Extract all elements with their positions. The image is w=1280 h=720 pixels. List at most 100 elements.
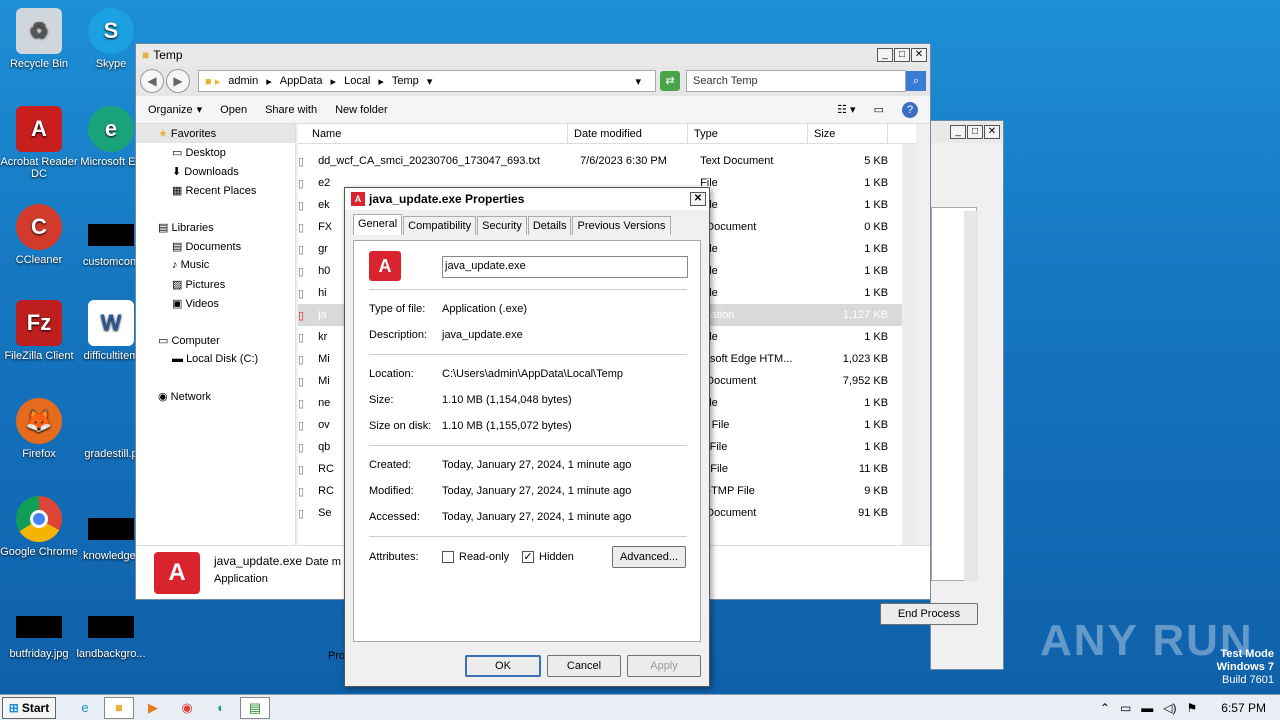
nav-music[interactable]: ♪ Music xyxy=(136,256,295,275)
scrollbar[interactable] xyxy=(902,144,916,545)
new-folder-button[interactable]: New folder xyxy=(335,104,388,116)
start-button[interactable]: ⊞ Start xyxy=(2,696,56,719)
preview-pane-icon[interactable]: ▭ xyxy=(874,103,884,116)
search-input[interactable]: Search Temp xyxy=(686,70,906,92)
redacted-file-icon xyxy=(88,616,134,638)
cell-type: P File xyxy=(700,463,728,475)
cancel-button[interactable]: Cancel xyxy=(547,655,621,677)
cell-size: 1 KB xyxy=(864,441,889,453)
advanced-button[interactable]: Advanced... xyxy=(612,546,686,568)
hidden-label: Hidden xyxy=(539,551,574,563)
tab-security[interactable]: Security xyxy=(477,216,527,235)
share-with-button[interactable]: Share with xyxy=(265,104,317,116)
tab-compatibility[interactable]: Compatibility xyxy=(403,216,477,235)
ok-button[interactable]: OK xyxy=(465,655,541,677)
media-player-icon[interactable]: ▶ xyxy=(138,697,168,719)
ccleaner-icon: C xyxy=(16,204,62,250)
breadcrumb-local[interactable]: Local xyxy=(344,75,370,87)
readonly-label: Read-only xyxy=(459,551,510,563)
desktop-icon-recycle-bin[interactable]: ♻ Recycle Bin xyxy=(0,8,78,70)
nav-computer[interactable]: ▭ Computer xyxy=(136,331,295,350)
network-tray-icon[interactable]: ▭ xyxy=(1120,701,1131,715)
minimize-icon[interactable]: _ xyxy=(950,125,966,139)
back-icon[interactable]: ◀ xyxy=(140,69,164,93)
volume-icon[interactable]: ◁) xyxy=(1163,701,1176,715)
readonly-checkbox[interactable] xyxy=(442,551,454,563)
desktop-icon-landbackground[interactable]: landbackgro... xyxy=(72,604,150,660)
navigation-pane[interactable]: ★ Favorites ▭ Desktop ⬇ Downloads ▦ Rece… xyxy=(136,124,296,545)
nav-pictures[interactable]: ▨ Pictures xyxy=(136,275,295,294)
maximize-icon[interactable]: □ xyxy=(894,48,910,62)
cell-size: 1 KB xyxy=(864,419,889,431)
column-size[interactable]: Size xyxy=(808,124,888,143)
desktop-icon-label: Acrobat Reader DC xyxy=(0,156,78,180)
nav-local-disk[interactable]: ▬ Local Disk (C:) xyxy=(136,350,295,369)
desktop-icon-label: Recycle Bin xyxy=(9,58,69,70)
nav-libraries[interactable]: ▤ Libraries xyxy=(136,218,295,237)
desktop-icon-chrome[interactable]: Google Chrome xyxy=(0,496,78,558)
tab-previous-versions[interactable]: Previous Versions xyxy=(572,216,671,235)
desktop-icon-butfriday[interactable]: butfriday.jpg xyxy=(0,604,78,660)
nav-videos[interactable]: ▣ Videos xyxy=(136,294,295,313)
column-name[interactable]: Name xyxy=(298,124,568,143)
address-bar[interactable]: ■ ▸ admin ▸ AppData ▸ Local ▸ Temp ▾ ▾ xyxy=(198,70,656,92)
app-icon: A xyxy=(369,251,401,281)
open-button[interactable]: Open xyxy=(220,104,247,116)
disk-icon: ▬ xyxy=(172,353,187,365)
desktop-icon-filezilla[interactable]: Fz FileZilla Client xyxy=(0,300,78,362)
nav-favorites[interactable]: ★ Favorites xyxy=(136,124,295,143)
properties-dialog[interactable]: A java_update.exe Properties ✕ General C… xyxy=(344,187,710,687)
help-icon[interactable]: ? xyxy=(902,101,918,118)
nav-recent-places[interactable]: ▦ Recent Places xyxy=(136,181,295,200)
chevron-down-icon[interactable]: ▾ xyxy=(635,75,641,88)
refresh-icon[interactable]: ⇄ xyxy=(660,71,680,91)
forward-icon[interactable]: ▶ xyxy=(166,69,190,93)
battery-icon[interactable]: ▬ xyxy=(1141,701,1153,715)
tab-general[interactable]: General xyxy=(353,214,403,235)
close-icon[interactable]: ✕ xyxy=(690,192,706,206)
desktop-icon-label: FileZilla Client xyxy=(4,350,74,362)
close-icon[interactable]: ✕ xyxy=(984,125,1000,139)
tab-details[interactable]: Details xyxy=(527,216,572,235)
desktop-icon-acrobat[interactable]: A Acrobat Reader DC xyxy=(0,106,78,180)
hidden-checkbox[interactable]: ✓ xyxy=(522,551,534,563)
nav-desktop[interactable]: ▭ Desktop xyxy=(136,143,295,162)
flag-icon[interactable]: ⚑ xyxy=(1187,701,1198,715)
nav-network[interactable]: ◉ Network xyxy=(136,387,295,406)
nav-documents[interactable]: ▤ Documents xyxy=(136,237,295,256)
task-manager-window[interactable]: _ □ ✕ xyxy=(930,120,1004,670)
breadcrumb-appdata[interactable]: AppData xyxy=(280,75,323,87)
task-manager-taskbar-icon[interactable]: ▤ xyxy=(240,696,270,719)
search-icon[interactable]: ⌕ xyxy=(906,71,926,91)
clock[interactable]: 6:57 PM xyxy=(1221,701,1266,715)
breadcrumb-temp[interactable]: Temp xyxy=(392,75,419,87)
divider xyxy=(369,289,687,290)
cell-type: P-TMP File xyxy=(700,485,755,497)
apply-button[interactable]: Apply xyxy=(627,655,701,677)
table-row[interactable]: ▯ dd_wcf_CA_smci_20230706_173047_693.txt… xyxy=(298,150,916,172)
edge-taskbar-icon[interactable]: ◐ xyxy=(206,697,236,719)
filename-input[interactable]: java_update.exe xyxy=(442,256,688,278)
minimize-icon[interactable]: _ xyxy=(877,48,893,62)
column-type[interactable]: Type xyxy=(688,124,808,143)
desktop-icon-ccleaner[interactable]: C CCleaner xyxy=(0,204,78,266)
scrollbar[interactable] xyxy=(964,211,978,581)
breadcrumb-admin[interactable]: admin xyxy=(228,75,258,87)
view-options-icon[interactable]: ☷ ▾ xyxy=(837,103,855,116)
status-label: Pro xyxy=(328,650,346,662)
cell-size: 1,127 KB xyxy=(842,309,889,321)
nav-downloads[interactable]: ⬇ Downloads xyxy=(136,162,295,181)
created-row: Created: Today, January 27, 2024, 1 minut… xyxy=(369,459,632,471)
maximize-icon[interactable]: □ xyxy=(967,125,983,139)
explorer-taskbar-icon[interactable]: ■ xyxy=(104,696,134,719)
desktop-icon-label: landbackgro... xyxy=(76,648,146,660)
desktop-icon-firefox[interactable]: 🦊 Firefox xyxy=(0,398,78,460)
chrome-taskbar-icon[interactable]: ◉ xyxy=(172,697,202,719)
chevron-down-icon: ▾ xyxy=(196,104,203,116)
ie-icon[interactable]: e xyxy=(70,697,100,719)
column-date[interactable]: Date modified xyxy=(568,124,688,143)
close-icon[interactable]: ✕ xyxy=(911,48,927,62)
organize-button[interactable]: Organize xyxy=(148,104,193,116)
end-process-button[interactable]: End Process xyxy=(880,603,978,625)
tray-expand-icon[interactable]: ⌃ xyxy=(1100,701,1110,715)
